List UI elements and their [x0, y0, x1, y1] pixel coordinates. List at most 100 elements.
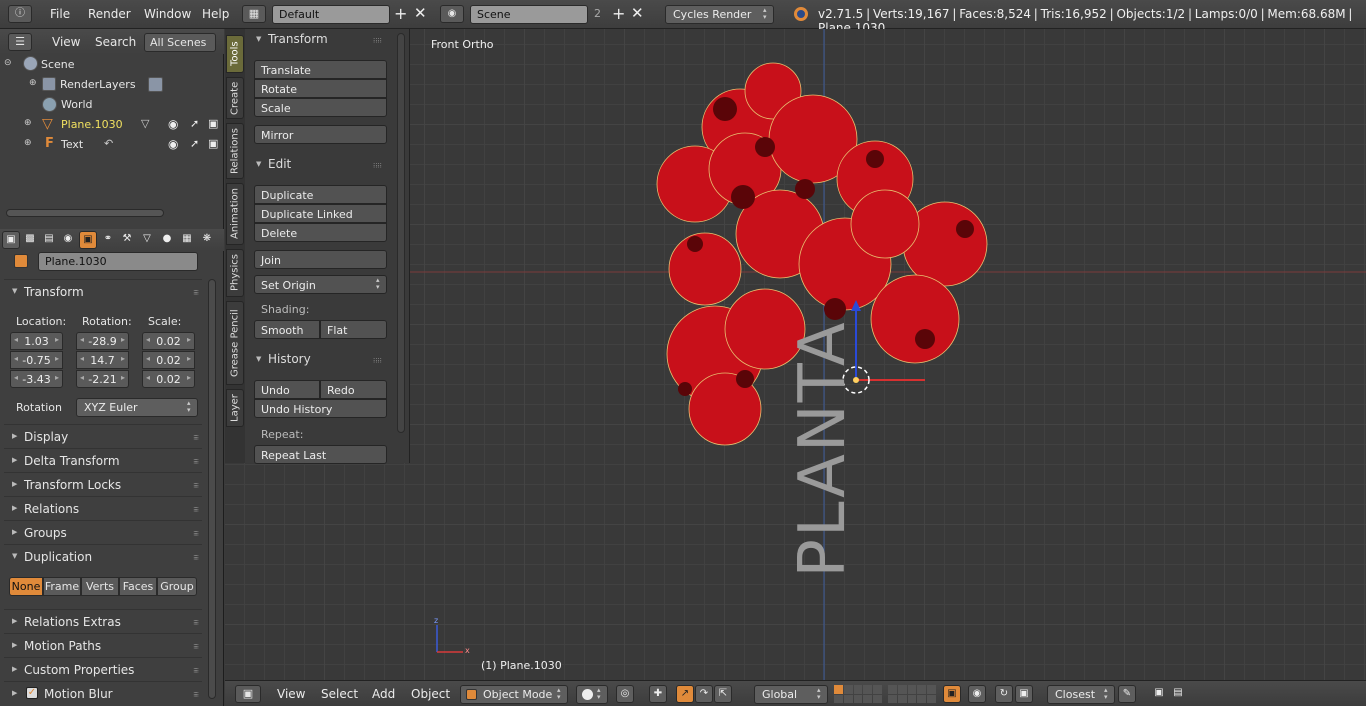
menu-window[interactable]: Window — [144, 7, 191, 21]
visibility-eye-icon[interactable]: ◉ — [168, 137, 178, 151]
redo-button[interactable]: Redo — [320, 380, 387, 399]
location-x-field[interactable]: 1.03 — [10, 332, 63, 350]
mirror-button[interactable]: Mirror — [254, 125, 387, 144]
modifiers-tab-icon[interactable]: ⚒ — [118, 231, 136, 249]
tab-relations[interactable]: Relations — [226, 123, 244, 179]
remove-layout-icon[interactable]: ✕ — [414, 4, 427, 22]
render-layers-tab-icon[interactable]: ▤ — [40, 231, 58, 249]
outliner-menu-view[interactable]: View — [52, 35, 80, 49]
layout-name-field[interactable]: Default — [272, 5, 390, 24]
viewport-shading-select[interactable] — [576, 685, 608, 704]
selectable-cursor-icon[interactable]: ➚ — [190, 117, 199, 130]
menu-add[interactable]: Add — [372, 687, 395, 701]
outliner-row-world[interactable]: World — [0, 95, 222, 115]
location-z-field[interactable]: -3.43 — [10, 370, 63, 388]
render-engine-select[interactable]: Cycles Render — [665, 5, 774, 24]
drag-grip-icon[interactable]: ⁝⁝⁝⁝ — [193, 482, 199, 490]
panel-motion-blur[interactable]: ✓ Motion Blur ⁝⁝⁝⁝ — [4, 681, 202, 705]
rotation-y-field[interactable]: 14.7 — [76, 351, 129, 369]
mesh-data-icon[interactable]: ▽ — [141, 117, 149, 130]
drag-grip-icon[interactable]: ⁝⁝⁝⁝ — [193, 643, 199, 651]
duplication-group-button[interactable]: Group — [157, 577, 197, 596]
join-button[interactable]: Join — [254, 250, 387, 269]
menu-help[interactable]: Help — [202, 7, 229, 21]
opengl-render-icon[interactable]: ▣ — [1150, 685, 1168, 703]
scene-icon[interactable]: ◉ — [440, 5, 464, 23]
translate-button[interactable]: Translate — [254, 60, 387, 79]
motion-blur-checkbox[interactable]: ✓ — [26, 687, 38, 699]
editor-type-icon[interactable]: ▣ — [235, 685, 261, 703]
render-tab-icon[interactable]: ▩ — [21, 231, 39, 249]
rotate-manipulator-icon[interactable]: ↷ — [695, 685, 713, 703]
rotation-z-field[interactable]: -2.21 — [76, 370, 129, 388]
panel-display[interactable]: Display ⁝⁝⁝⁝ — [4, 424, 202, 448]
panel-groups[interactable]: Groups ⁝⁝⁝⁝ — [4, 520, 202, 544]
add-layout-icon[interactable]: + — [394, 4, 407, 23]
lock-layers-icon[interactable]: ▣ — [943, 685, 961, 703]
panel-duplication[interactable]: Duplication ⁝⁝⁝⁝ — [4, 544, 202, 568]
snap-target-select[interactable]: Closest — [1047, 685, 1115, 704]
rotate-button[interactable]: Rotate — [254, 79, 387, 98]
panel-motion-paths[interactable]: Motion Paths ⁝⁝⁝⁝ — [4, 633, 202, 657]
tab-animation[interactable]: Animation — [226, 183, 244, 245]
renderable-camera-icon[interactable]: ▣ — [208, 117, 218, 130]
outliner-scrollbar[interactable] — [6, 209, 164, 217]
drag-grip-icon[interactable]: ⁝⁝⁝⁝ — [193, 667, 199, 675]
properties-scrollbar[interactable] — [208, 279, 216, 699]
info-editor-icon[interactable]: ⓘ — [8, 5, 32, 23]
outliner-editor-icon[interactable]: ☰ — [8, 33, 32, 51]
remove-scene-icon[interactable]: ✕ — [631, 4, 644, 22]
panel-transform-locks[interactable]: Transform Locks ⁝⁝⁝⁝ — [4, 472, 202, 496]
rotation-mode-select[interactable]: XYZ Euler — [76, 398, 198, 417]
delete-button[interactable]: Delete — [254, 223, 387, 242]
rotation-x-field[interactable]: -28.9 — [76, 332, 129, 350]
add-scene-icon[interactable]: + — [612, 4, 625, 23]
snap-toggle-icon[interactable]: ↻ — [995, 685, 1013, 703]
manipulator-toggle-icon[interactable]: ✚ — [649, 685, 667, 703]
texture-tab-icon[interactable]: ▦ — [178, 231, 196, 249]
menu-file[interactable]: File — [50, 7, 70, 21]
tab-physics[interactable]: Physics — [226, 249, 244, 297]
duplicate-linked-button[interactable]: Duplicate Linked — [254, 204, 387, 223]
duplicate-button[interactable]: Duplicate — [254, 185, 387, 204]
toolshelf-scrollbar[interactable] — [397, 33, 405, 433]
properties-editor-icon[interactable]: ▣ — [2, 231, 20, 249]
visibility-eye-icon[interactable]: ◉ — [168, 117, 178, 131]
duplication-verts-button[interactable]: Verts — [81, 577, 119, 596]
opengl-animation-icon[interactable]: ▤ — [1169, 685, 1187, 703]
undo-history-button[interactable]: Undo History — [254, 399, 387, 418]
outliner-row-text[interactable]: ⊕ F Text ↶ ◉ ➚ ▣ — [0, 135, 222, 155]
outliner-display-mode[interactable]: All Scenes — [144, 33, 216, 52]
smooth-button[interactable]: Smooth — [254, 320, 320, 339]
menu-view[interactable]: View — [277, 687, 305, 701]
interaction-mode-select[interactable]: Object Mode — [460, 685, 568, 704]
drag-grip-icon[interactable]: ⁝⁝⁝⁝ — [373, 162, 382, 170]
drag-grip-icon[interactable]: ⁝⁝⁝⁝ — [193, 506, 199, 514]
expand-icon[interactable]: ⊕ — [29, 78, 37, 88]
duplication-faces-button[interactable]: Faces — [119, 577, 157, 596]
tab-create[interactable]: Create — [226, 77, 244, 119]
section-transform[interactable]: Transform — [254, 32, 328, 46]
drag-grip-icon[interactable]: ⁝⁝⁝⁝ — [193, 434, 199, 442]
menu-object[interactable]: Object — [411, 687, 450, 701]
expand-icon[interactable]: ⊕ — [24, 118, 32, 128]
tab-layer[interactable]: Layer — [226, 389, 244, 427]
location-y-field[interactable]: -0.75 — [10, 351, 63, 369]
panel-relations-extras[interactable]: Relations Extras ⁝⁝⁝⁝ — [4, 609, 202, 633]
object-tab-icon[interactable]: ▣ — [79, 231, 97, 249]
set-origin-select[interactable]: Set Origin — [254, 275, 387, 294]
flat-button[interactable]: Flat — [320, 320, 387, 339]
translate-manipulator-icon[interactable]: ↗ — [676, 685, 694, 703]
scale-manipulator-icon[interactable]: ⇱ — [714, 685, 732, 703]
scale-x-field[interactable]: 0.02 — [142, 332, 195, 350]
snap-element-icon[interactable]: ▣ — [1015, 685, 1033, 703]
section-history[interactable]: History — [254, 352, 311, 366]
selectable-cursor-icon[interactable]: ➚ — [190, 137, 199, 150]
outliner-row-renderlayers[interactable]: ⊕ RenderLayers — [0, 75, 222, 95]
outliner-row-scene[interactable]: ⊝ Scene — [0, 55, 222, 75]
repeat-last-button[interactable]: Repeat Last — [254, 445, 387, 464]
duplication-none-button[interactable]: None — [9, 577, 43, 596]
material-tab-icon[interactable]: ● — [158, 231, 176, 249]
layer-button-active[interactable] — [834, 685, 843, 694]
drag-grip-icon[interactable]: ⁝⁝⁝⁝ — [193, 530, 199, 538]
